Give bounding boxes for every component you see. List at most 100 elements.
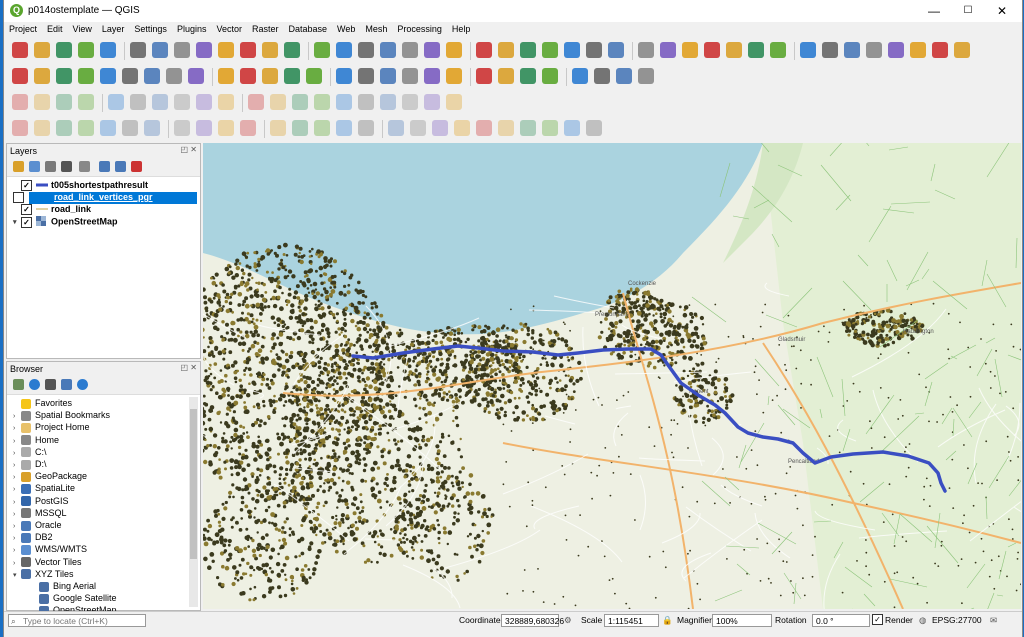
toolbar-button[interactable]	[218, 120, 234, 136]
toolbar-button[interactable]	[144, 120, 160, 136]
toolbar-button[interactable]	[240, 68, 256, 84]
menu-layer[interactable]: Layer	[97, 22, 130, 34]
toolbar-button[interactable]	[564, 42, 580, 58]
toolbar-button[interactable]	[520, 68, 536, 84]
toolbar-button[interactable]	[704, 42, 720, 58]
toolbar-button[interactable]	[144, 68, 160, 84]
toolbar-button[interactable]	[292, 94, 308, 110]
chevron-right-icon[interactable]: ›	[13, 547, 21, 554]
toolbar-button[interactable]	[240, 42, 256, 58]
toggle-extents-icon[interactable]: ⚙	[564, 615, 572, 626]
add-group-icon[interactable]	[29, 161, 40, 172]
toolbar-button[interactable]	[336, 120, 352, 136]
locator-search-input[interactable]: Type to locate (Ctrl+K)	[8, 614, 146, 627]
toolbar-button[interactable]	[844, 42, 860, 58]
toolbar-button[interactable]	[56, 42, 72, 58]
rotation-spinbox[interactable]: 0.0 °	[812, 614, 870, 627]
toolbar-button[interactable]	[12, 94, 28, 110]
layer-checkbox[interactable]: ✓	[13, 192, 24, 203]
toolbar-button[interactable]	[402, 42, 418, 58]
toolbar-button[interactable]	[424, 94, 440, 110]
toolbar-button[interactable]	[358, 42, 374, 58]
chevron-right-icon[interactable]: ›	[13, 486, 21, 493]
toolbar-button[interactable]	[380, 94, 396, 110]
toolbar-button[interactable]	[910, 42, 926, 58]
toolbar-button[interactable]	[108, 94, 124, 110]
menu-web[interactable]: Web	[332, 22, 360, 34]
panel-float-close-icon[interactable]: ◰ ✕	[181, 363, 197, 372]
chevron-right-icon[interactable]: ›	[13, 425, 21, 432]
toolbar-button[interactable]	[586, 42, 602, 58]
collapse-all-icon[interactable]	[61, 379, 72, 390]
toolbar-button[interactable]	[388, 120, 404, 136]
toolbar-button[interactable]	[196, 94, 212, 110]
toolbar-button[interactable]	[594, 68, 610, 84]
toolbar-button[interactable]	[306, 68, 322, 84]
toolbar-button[interactable]	[174, 42, 190, 58]
toolbar-button[interactable]	[284, 68, 300, 84]
browser-item[interactable]: Bing Aerial	[31, 581, 96, 593]
chevron-right-icon[interactable]: ›	[13, 413, 21, 420]
toolbar-button[interactable]	[454, 120, 470, 136]
collapse-all-icon[interactable]	[115, 161, 126, 172]
toolbar-button[interactable]	[336, 94, 352, 110]
browser-item[interactable]: › Home	[13, 435, 59, 447]
toolbar-button[interactable]	[424, 42, 440, 58]
filter-icon[interactable]	[61, 161, 72, 172]
menu-vector[interactable]: Vector	[211, 22, 247, 34]
toolbar-button[interactable]	[284, 42, 300, 58]
toolbar-button[interactable]	[446, 94, 462, 110]
toolbar-button[interactable]	[78, 94, 94, 110]
toolbar-button[interactable]	[152, 42, 168, 58]
toolbar-button[interactable]	[130, 94, 146, 110]
toolbar-button[interactable]	[476, 120, 492, 136]
toolbar-button[interactable]	[314, 94, 330, 110]
toolbar-button[interactable]	[122, 120, 138, 136]
browser-item[interactable]: › PostGIS	[13, 496, 69, 508]
toolbar-button[interactable]	[34, 120, 50, 136]
toolbar-button[interactable]	[270, 120, 286, 136]
toolbar-button[interactable]	[520, 120, 536, 136]
scale-combo[interactable]: 1:115451	[604, 614, 659, 627]
toolbar-button[interactable]	[34, 94, 50, 110]
toolbar-button[interactable]	[402, 94, 418, 110]
layer-item-shortest-path[interactable]: ✓ t005shortestpathresult	[13, 180, 148, 192]
toolbar-button[interactable]	[196, 120, 212, 136]
browser-item[interactable]: › DB2	[13, 532, 53, 544]
lock-icon[interactable]: 🔒	[662, 615, 673, 626]
toolbar-button[interactable]	[262, 68, 278, 84]
toolbar-button[interactable]	[800, 42, 816, 58]
toolbar-button[interactable]	[358, 120, 374, 136]
chevron-right-icon[interactable]: ›	[13, 523, 21, 530]
toolbar-button[interactable]	[358, 94, 374, 110]
minimize-button[interactable]: —	[920, 2, 948, 20]
toolbar-button[interactable]	[218, 94, 234, 110]
toolbar-button[interactable]	[196, 42, 212, 58]
toolbar-button[interactable]	[476, 68, 492, 84]
layer-item-vertices[interactable]: ✓ road_link_vertices_pgr	[13, 192, 197, 204]
filter-legend-icon[interactable]	[45, 161, 56, 172]
browser-item[interactable]: › GeoPackage	[13, 471, 87, 483]
menu-edit[interactable]: Edit	[42, 22, 68, 34]
crs-button[interactable]: EPSG:27700	[932, 615, 982, 625]
toolbar-button[interactable]	[446, 68, 462, 84]
toolbar-button[interactable]	[380, 42, 396, 58]
menu-help[interactable]: Help	[447, 22, 476, 34]
refresh-icon[interactable]	[29, 379, 40, 390]
toolbar-button[interactable]	[542, 68, 558, 84]
toolbar-button[interactable]	[218, 42, 234, 58]
panel-float-close-icon[interactable]: ◰ ✕	[181, 145, 197, 154]
toolbar-button[interactable]	[682, 42, 698, 58]
browser-item[interactable]: › Spatial Bookmarks	[13, 410, 110, 422]
map-canvas[interactable]: Cockenzie Prestonpans Gladsmuir Tranent …	[203, 143, 1021, 609]
chevron-right-icon[interactable]: ›	[13, 438, 21, 445]
menu-view[interactable]: View	[68, 22, 97, 34]
filter-icon[interactable]	[45, 379, 56, 390]
layer-checkbox[interactable]: ✓	[21, 216, 32, 228]
toolbar-button[interactable]	[432, 120, 448, 136]
toolbar-button[interactable]	[12, 42, 28, 58]
menu-database[interactable]: Database	[284, 22, 333, 34]
toolbar-button[interactable]	[866, 42, 882, 58]
menu-settings[interactable]: Settings	[129, 22, 172, 34]
browser-item[interactable]: Favorites	[13, 398, 72, 410]
